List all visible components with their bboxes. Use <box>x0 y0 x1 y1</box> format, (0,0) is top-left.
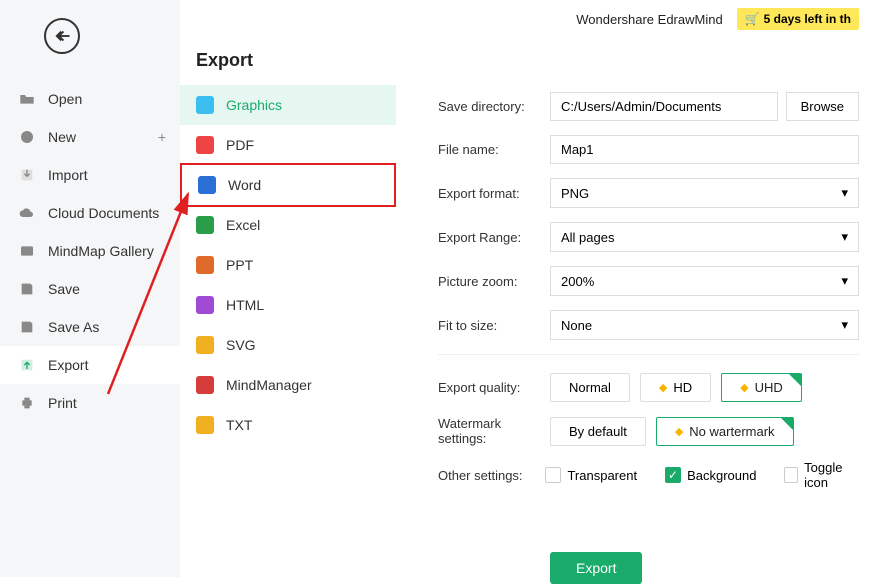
sidebar-item-open[interactable]: Open <box>0 80 180 118</box>
export-format-pdf[interactable]: PDF <box>180 125 396 165</box>
export-settings-panel: Wondershare EdrawMind 🛒 5 days left in t… <box>396 0 873 577</box>
other-label: Other settings: <box>438 468 545 483</box>
range-label: Export Range: <box>438 230 550 245</box>
browse-button[interactable]: Browse <box>786 92 859 121</box>
chevron-down-icon: ▾ <box>841 185 848 201</box>
file-name-input[interactable] <box>550 135 859 164</box>
background-checkbox[interactable]: ✓Background <box>665 467 756 483</box>
export-format-label: MindManager <box>226 377 312 393</box>
ppt-icon <box>196 256 214 274</box>
save-icon <box>18 280 36 298</box>
export-format-ppt[interactable]: PPT <box>180 245 396 285</box>
export-icon <box>18 356 36 374</box>
export-button[interactable]: Export <box>550 552 642 584</box>
watermark-label: Watermark settings: <box>438 416 550 446</box>
export-format-label: Graphics <box>226 97 282 113</box>
import-icon <box>18 166 36 184</box>
diamond-icon: ◆ <box>740 381 748 394</box>
export-format-label: PDF <box>226 137 254 153</box>
fit-label: Fit to size: <box>438 318 550 333</box>
saveas-icon <box>18 318 36 336</box>
trial-badge[interactable]: 🛒 5 days left in th <box>737 8 859 30</box>
txt-icon <box>196 416 214 434</box>
save-dir-label: Save directory: <box>438 99 550 114</box>
divider <box>438 354 859 355</box>
zoom-select[interactable]: 200%▾ <box>550 266 859 296</box>
graphics-icon <box>196 96 214 114</box>
export-format-mindmanager[interactable]: MindManager <box>180 365 396 405</box>
sidebar-item-gallery[interactable]: MindMap Gallery <box>0 232 180 270</box>
sidebar-item-save[interactable]: Save <box>0 270 180 308</box>
plus-icon: + <box>158 129 166 145</box>
export-format-label: PPT <box>226 257 253 273</box>
toggle-icon-checkbox[interactable]: Toggle icon <box>784 460 859 490</box>
chevron-down-icon: ▾ <box>841 317 848 333</box>
sidebar-item-label: Cloud Documents <box>48 205 159 221</box>
format-select[interactable]: PNG▾ <box>550 178 859 208</box>
word-icon <box>198 176 216 194</box>
save-dir-input[interactable] <box>550 92 778 121</box>
sidebar-item-new[interactable]: New + <box>0 118 180 156</box>
export-format-word[interactable]: Word <box>180 163 396 207</box>
sidebar-item-import[interactable]: Import <box>0 156 180 194</box>
sidebar-item-label: New <box>48 129 76 145</box>
sidebar-item-label: Save As <box>48 319 99 335</box>
export-format-list: Export Graphics PDF Word Excel PPT HTML … <box>180 0 396 577</box>
folder-icon <box>18 90 36 108</box>
quality-uhd[interactable]: ◆UHD <box>721 373 802 402</box>
watermark-none[interactable]: ◆No wartermark <box>656 417 794 446</box>
export-format-graphics[interactable]: Graphics <box>180 85 396 125</box>
export-format-html[interactable]: HTML <box>180 285 396 325</box>
mindmanager-icon <box>196 376 214 394</box>
cart-icon: 🛒 <box>745 12 760 26</box>
quality-hd[interactable]: ◆HD <box>640 373 711 402</box>
sidebar-item-saveas[interactable]: Save As <box>0 308 180 346</box>
file-sidebar: Open New + Import Cloud Documents MindMa… <box>0 0 180 577</box>
app-name: Wondershare EdrawMind <box>576 12 722 27</box>
export-format-label: Excel <box>226 217 260 233</box>
file-name-label: File name: <box>438 142 550 157</box>
sidebar-item-label: Import <box>48 167 88 183</box>
export-format-excel[interactable]: Excel <box>180 205 396 245</box>
export-format-svg[interactable]: SVG <box>180 325 396 365</box>
back-button[interactable] <box>44 18 80 54</box>
plus-circle-icon <box>18 128 36 146</box>
diamond-icon: ◆ <box>659 381 667 394</box>
export-title: Export <box>180 50 396 85</box>
export-format-label: SVG <box>226 337 256 353</box>
format-label: Export format: <box>438 186 550 201</box>
sidebar-item-label: Open <box>48 91 82 107</box>
sidebar-item-label: Print <box>48 395 77 411</box>
transparent-checkbox[interactable]: Transparent <box>545 467 637 483</box>
watermark-default[interactable]: By default <box>550 417 646 446</box>
excel-icon <box>196 216 214 234</box>
fit-select[interactable]: None▾ <box>550 310 859 340</box>
pdf-icon <box>196 136 214 154</box>
zoom-label: Picture zoom: <box>438 274 550 289</box>
range-select[interactable]: All pages▾ <box>550 222 859 252</box>
sidebar-item-export[interactable]: Export <box>0 346 180 384</box>
html-icon <box>196 296 214 314</box>
export-format-label: HTML <box>226 297 264 313</box>
print-icon <box>18 394 36 412</box>
sidebar-item-label: Export <box>48 357 88 373</box>
sidebar-item-label: MindMap Gallery <box>48 243 154 259</box>
sidebar-item-cloud[interactable]: Cloud Documents <box>0 194 180 232</box>
svg-icon <box>196 336 214 354</box>
export-format-label: TXT <box>226 417 252 433</box>
export-format-txt[interactable]: TXT <box>180 405 396 445</box>
quality-label: Export quality: <box>438 380 550 395</box>
sidebar-item-print[interactable]: Print <box>0 384 180 422</box>
cloud-icon <box>18 204 36 222</box>
diamond-icon: ◆ <box>675 425 683 438</box>
sidebar-item-label: Save <box>48 281 80 297</box>
chevron-down-icon: ▾ <box>841 273 848 289</box>
chevron-down-icon: ▾ <box>841 229 848 245</box>
quality-normal[interactable]: Normal <box>550 373 630 402</box>
gallery-icon <box>18 242 36 260</box>
export-format-label: Word <box>228 177 261 193</box>
